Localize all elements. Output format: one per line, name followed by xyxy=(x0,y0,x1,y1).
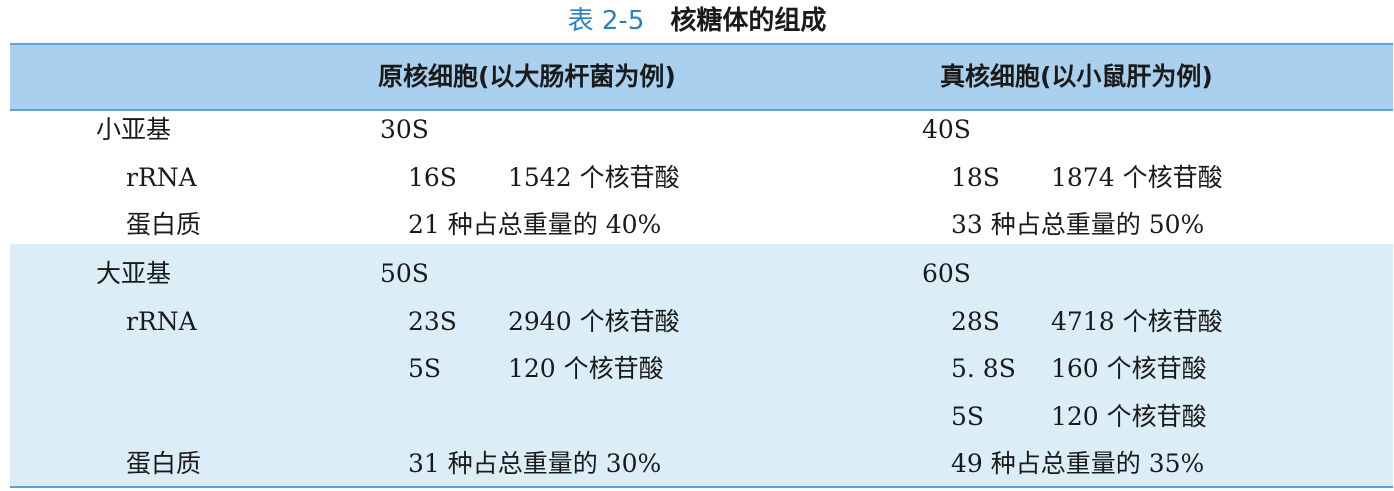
eukaryote-value: 60S xyxy=(922,259,971,288)
table-header: 原核细胞(以大肠杆菌为例) 真核细胞(以小鼠肝为例) xyxy=(10,45,1393,109)
eukaryote-value: 40S xyxy=(922,115,971,144)
prokaryote-protein: 21 种占总重量的 40% xyxy=(408,210,662,239)
eukaryote-nucleotides: 1874 个核苷酸 xyxy=(1051,163,1223,192)
eukaryote-sedimentation: 5. 8S xyxy=(951,354,1016,383)
prokaryote-value: 30S xyxy=(380,115,429,144)
prokaryote-sedimentation: 5S xyxy=(408,354,442,383)
prokaryote-nucleotides: 2940 个核苷酸 xyxy=(508,307,680,336)
eukaryote-nucleotides: 4718 个核苷酸 xyxy=(1051,307,1223,336)
eukaryote-nucleotides: 160 个核苷酸 xyxy=(1051,354,1207,383)
table-row: rRNA 23S 2940 个核苷酸 28S 4718 个核苷酸 xyxy=(0,298,1394,346)
eukaryote-protein: 49 种占总重量的 35% xyxy=(951,449,1205,478)
table-title: 核糖体的组成 xyxy=(670,6,827,36)
table-row: rRNA 16S 1542 个核苷酸 18S 1874 个核苷酸 xyxy=(0,154,1394,202)
row-label: 蛋白质 xyxy=(126,210,202,239)
prokaryote-nucleotides: 120 个核苷酸 xyxy=(508,354,664,383)
header-prokaryote: 原核细胞(以大肠杆菌为例) xyxy=(378,62,676,91)
row-label: rRNA xyxy=(126,163,197,192)
prokaryote-protein: 31 种占总重量的 30% xyxy=(408,449,662,478)
table-number: 表 2-5 xyxy=(567,6,645,36)
table-caption: 表 2-5 核糖体的组成 xyxy=(0,4,1394,38)
header-eukaryote: 真核细胞(以小鼠肝为例) xyxy=(940,62,1213,91)
eukaryote-sedimentation: 5S xyxy=(951,402,985,431)
prokaryote-sedimentation: 16S xyxy=(408,163,457,192)
table-row: 5S 120 个核苷酸 5. 8S 160 个核苷酸 xyxy=(0,345,1394,393)
eukaryote-nucleotides: 120 个核苷酸 xyxy=(1051,402,1207,431)
table-row: 大亚基 50S 60S xyxy=(0,250,1394,298)
table-row: 小亚基 30S 40S xyxy=(0,106,1394,154)
eukaryote-sedimentation: 18S xyxy=(951,163,1000,192)
eukaryote-sedimentation: 28S xyxy=(951,307,1000,336)
table-row: 5S 120 个核苷酸 xyxy=(0,393,1394,441)
row-label: 大亚基 xyxy=(96,259,172,288)
row-label: 蛋白质 xyxy=(126,449,202,478)
prokaryote-value: 50S xyxy=(380,259,429,288)
eukaryote-protein: 33 种占总重量的 50% xyxy=(951,210,1205,239)
table-row: 蛋白质 31 种占总重量的 30% 49 种占总重量的 35% xyxy=(0,440,1394,488)
prokaryote-sedimentation: 23S xyxy=(408,307,457,336)
table-row: 蛋白质 21 种占总重量的 40% 33 种占总重量的 50% xyxy=(0,201,1394,249)
row-label: 小亚基 xyxy=(96,115,172,144)
prokaryote-nucleotides: 1542 个核苷酸 xyxy=(508,163,680,192)
row-label: rRNA xyxy=(126,307,197,336)
